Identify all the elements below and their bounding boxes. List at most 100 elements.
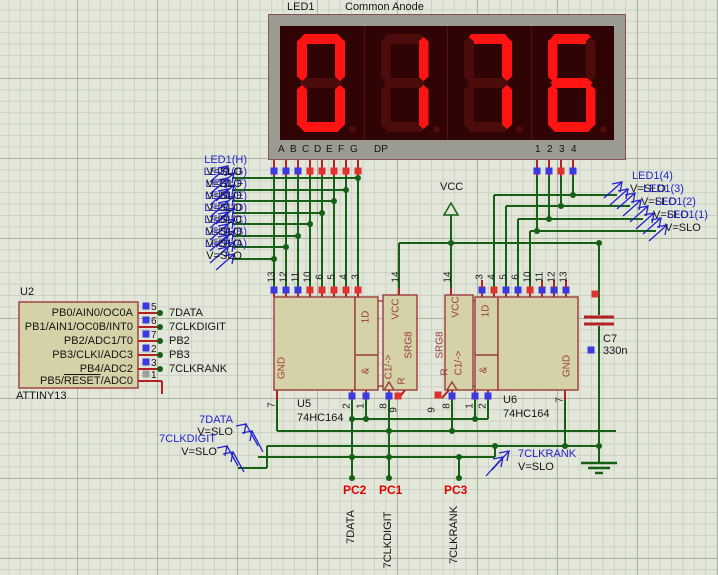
rotated-label: GND [277,357,288,379]
probe-net-7clkdigit: 7CLKDIGIT [382,512,394,569]
u2-terminal-label[interactable]: 7CLKRANK [169,363,227,375]
net-label[interactable]: LED1(H) [204,154,247,166]
label-arrow-icon [444,203,458,215]
segment-C-lit [419,85,429,129]
junction-dot [157,366,163,372]
u2-terminal-label[interactable]: 7DATA [169,307,203,319]
digit-separator [364,26,365,140]
segment-E-unlit [381,85,391,129]
segment-C-lit [502,85,512,129]
display-pin-letter: B [290,144,297,156]
logic-state-indicator [349,393,356,400]
u2-pin-number: 6 [151,316,157,328]
segment-G-unlit [467,78,509,88]
logic-state-indicator [386,393,393,400]
probe-pc1[interactable]: PC1 [379,484,402,496]
display-screen [280,26,614,140]
probe-net-7data: 7DATA [345,510,357,544]
junction-dot [546,216,552,222]
logic-state-indicator [143,359,150,366]
logic-state-indicator [319,168,326,175]
net-label[interactable]: LED1(2) [655,196,696,208]
schematic-canvas[interactable]: LED1 Common Anode U2 ATTINY13 U5 74HC164… [0,0,718,575]
junction-dot [386,475,392,481]
rotated-label: 10 [523,271,534,282]
rotated-label: 6 [511,274,522,280]
segment-DP-unlit [516,126,523,133]
junction-dot [271,256,277,262]
rotated-label: 10 [303,271,314,282]
logic-state-indicator [143,317,150,324]
u5-ref[interactable]: U5 [297,398,311,410]
u2-value[interactable]: ATTINY13 [16,390,67,402]
rotated-label: 12 [279,271,290,282]
voltage-annotation: V=SLO [206,214,242,226]
net-label-7clkdigit[interactable]: 7CLKDIGIT [216,433,273,445]
net-label[interactable]: LED1(4) [632,170,673,182]
voltage-annotation: V=SLO [206,250,242,262]
net-label[interactable]: LED1(1) [667,209,708,221]
logic-state-indicator [503,287,510,294]
net-label[interactable]: LED1(3) [643,183,684,195]
rotated-label: 1 [356,403,367,409]
digit-separator [531,26,532,140]
vcc-label[interactable]: VCC [440,181,463,193]
segment-F-unlit [381,37,391,81]
voltage-annotation: V=SLO [206,238,242,250]
segment-F-lit [548,37,558,81]
u2-ref[interactable]: U2 [20,286,34,298]
u2-pin-name: PB1/AIN1/OC0B/INT0 [25,321,133,333]
logic-state-indicator [319,287,326,294]
rotated-label: 7 [267,402,278,408]
junction-dot [157,352,163,358]
junction-dot [319,210,325,216]
rotated-label: 1D [361,311,372,324]
rotated-label: GND [562,355,573,377]
voltage-annotation: V=SLO [665,222,701,234]
segment-B-unlit [586,37,596,81]
probe-pc2[interactable]: PC2 [343,484,366,496]
segment-E-lit [297,85,307,129]
display-ref[interactable]: LED1 [287,1,315,13]
rotated-label: 12 [547,271,558,282]
logic-state-indicator [588,347,595,354]
rotated-label: 5 [327,274,338,280]
c7-value[interactable]: 330n [603,345,627,357]
junction-dot [157,338,163,344]
voltage-7clkdigit: V=SLO [217,446,253,458]
probe-pc3[interactable]: PC3 [444,484,467,496]
u5-value[interactable]: 74HC164 [297,412,343,424]
logic-state-indicator [307,287,314,294]
wire[interactable] [442,390,449,398]
u6-ref[interactable]: U6 [503,394,517,406]
u2-pin-name: PB5/RESET/ADC0 [40,375,133,387]
u6-value[interactable]: 74HC164 [503,408,549,420]
segment-F-lit [297,37,307,81]
rotated-label: 2 [342,403,353,409]
logic-state-indicator [143,371,150,378]
junction-dot [558,203,564,209]
voltage-annotation: V=SLO [206,166,242,178]
junction-dot [157,310,163,316]
net-label-7data[interactable]: 7DATA [233,414,267,426]
u2-terminal-label[interactable]: PB3 [169,349,190,361]
rotated-label: 4 [339,274,350,280]
logic-state-indicator [331,168,338,175]
logic-state-indicator [570,168,577,175]
logic-state-indicator [295,168,302,175]
rotated-label: 3 [475,274,486,280]
segment-E-lit [548,85,558,129]
rotated-label: R [397,377,408,384]
net-label-7clkrank[interactable]: 7CLKRANK [518,448,576,460]
logic-state-indicator [534,168,541,175]
logic-state-indicator [355,287,362,294]
digit-separator [447,26,448,140]
junction-dot [307,221,313,227]
u2-terminal-label[interactable]: PB2 [169,335,190,347]
rotated-label: SRG8 [435,331,446,358]
logic-state-indicator [515,287,522,294]
c7-ref[interactable]: C7 [603,333,617,345]
voltage-annotation: V=SLO [206,226,242,238]
voltage-annotation: V=SLO [206,202,242,214]
u2-terminal-label[interactable]: 7CLKDIGIT [169,321,226,333]
